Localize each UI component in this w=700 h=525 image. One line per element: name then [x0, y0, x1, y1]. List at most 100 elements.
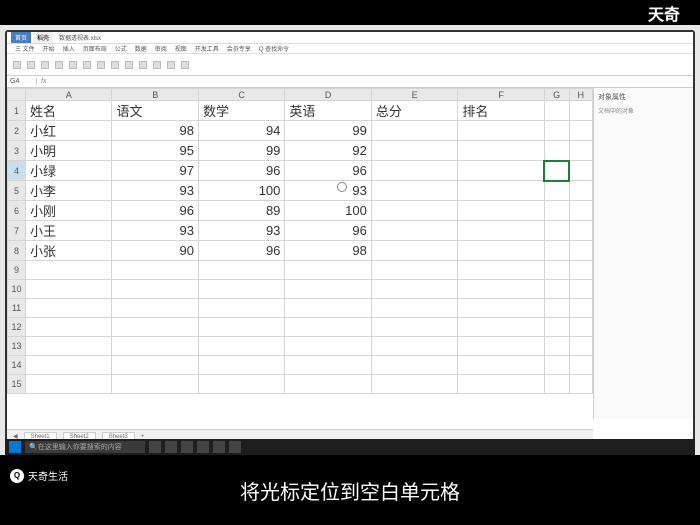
cell[interactable]: [285, 280, 371, 299]
cell[interactable]: [198, 337, 284, 356]
taskbar-app-icon[interactable]: [165, 441, 177, 453]
col-header-g[interactable]: G: [544, 89, 569, 101]
cell[interactable]: 96: [198, 241, 284, 261]
cell[interactable]: [198, 356, 284, 375]
cell[interactable]: 96: [285, 221, 371, 241]
cell[interactable]: 99: [198, 141, 284, 161]
cell[interactable]: [544, 181, 569, 201]
cell[interactable]: [371, 299, 457, 318]
wrap-icon[interactable]: [97, 61, 105, 69]
ribbon-tab-file[interactable]: 三 文件: [15, 44, 35, 53]
start-button-icon[interactable]: [9, 441, 21, 453]
col-header-e[interactable]: E: [371, 89, 457, 101]
cell[interactable]: [569, 318, 593, 337]
cell[interactable]: 94: [198, 121, 284, 141]
cell[interactable]: 姓名: [26, 101, 112, 121]
selected-cell[interactable]: [544, 161, 569, 181]
cell[interactable]: 小明: [26, 141, 112, 161]
cell[interactable]: 小李: [26, 181, 112, 201]
col-header-a[interactable]: A: [26, 89, 112, 101]
cell[interactable]: 数学: [198, 101, 284, 121]
cell[interactable]: [544, 201, 569, 221]
cell[interactable]: [371, 181, 457, 201]
cell[interactable]: [371, 318, 457, 337]
cell[interactable]: [458, 221, 544, 241]
cell[interactable]: [544, 221, 569, 241]
cell[interactable]: [569, 101, 593, 121]
cell[interactable]: 100: [285, 201, 371, 221]
cell[interactable]: [569, 181, 593, 201]
cell[interactable]: [569, 299, 593, 318]
cell[interactable]: 93: [198, 221, 284, 241]
cell[interactable]: 英语: [285, 101, 371, 121]
cell[interactable]: [569, 161, 593, 181]
merge-icon[interactable]: [83, 61, 91, 69]
cell[interactable]: [371, 221, 457, 241]
cell[interactable]: [371, 261, 457, 280]
cell[interactable]: 96: [198, 161, 284, 181]
cell[interactable]: 96: [285, 161, 371, 181]
row-header[interactable]: 6: [8, 201, 26, 221]
row-header[interactable]: 4: [8, 161, 26, 181]
filter-icon[interactable]: [167, 61, 175, 69]
cell[interactable]: [458, 356, 544, 375]
cell[interactable]: [112, 356, 198, 375]
cell[interactable]: [458, 261, 544, 280]
cell[interactable]: [544, 280, 569, 299]
sum-icon[interactable]: [139, 61, 147, 69]
cell[interactable]: [198, 299, 284, 318]
taskbar-app-icon[interactable]: [181, 441, 193, 453]
cell[interactable]: [371, 141, 457, 161]
cell[interactable]: [544, 121, 569, 141]
ribbon-tab-member[interactable]: 会员专享: [227, 44, 251, 53]
row-header[interactable]: 10: [8, 280, 26, 299]
cell[interactable]: [569, 337, 593, 356]
name-box[interactable]: G4: [7, 78, 37, 85]
cell[interactable]: 97: [112, 161, 198, 181]
cell[interactable]: 92: [285, 141, 371, 161]
row-header[interactable]: 12: [8, 318, 26, 337]
cell[interactable]: [458, 201, 544, 221]
cell[interactable]: 小绿: [26, 161, 112, 181]
cell[interactable]: [112, 375, 198, 394]
cell[interactable]: [569, 356, 593, 375]
taskbar-app-icon[interactable]: [149, 441, 161, 453]
ribbon-tab-insert[interactable]: 插入: [63, 44, 75, 53]
sort-icon[interactable]: [153, 61, 161, 69]
cell[interactable]: 100: [198, 181, 284, 201]
align-icon[interactable]: [69, 61, 77, 69]
ribbon-search[interactable]: Q 查找命令: [259, 44, 289, 53]
cell[interactable]: [544, 318, 569, 337]
row-header[interactable]: 5: [8, 181, 26, 201]
cell[interactable]: 99: [285, 121, 371, 141]
cell[interactable]: [569, 241, 593, 261]
cell[interactable]: [285, 356, 371, 375]
col-header-h[interactable]: H: [569, 89, 593, 101]
cell[interactable]: [544, 375, 569, 394]
cell[interactable]: 小刚: [26, 201, 112, 221]
cell[interactable]: [26, 280, 112, 299]
row-header[interactable]: 13: [8, 337, 26, 356]
cell[interactable]: [285, 299, 371, 318]
cell[interactable]: [544, 356, 569, 375]
wps-daoker-tab[interactable]: 稻壳: [33, 32, 53, 43]
taskbar-app-icon[interactable]: [197, 441, 209, 453]
cell[interactable]: [458, 337, 544, 356]
cell[interactable]: [371, 280, 457, 299]
cell[interactable]: [112, 337, 198, 356]
cell[interactable]: [458, 375, 544, 394]
col-header-c[interactable]: C: [198, 89, 284, 101]
cell[interactable]: [371, 121, 457, 141]
cell[interactable]: [26, 356, 112, 375]
cell[interactable]: [26, 318, 112, 337]
row-header[interactable]: 11: [8, 299, 26, 318]
cell[interactable]: [26, 261, 112, 280]
cell[interactable]: [458, 318, 544, 337]
cell[interactable]: [198, 318, 284, 337]
cell[interactable]: [26, 375, 112, 394]
row-header[interactable]: 8: [8, 241, 26, 261]
cut-icon[interactable]: [27, 61, 35, 69]
ribbon-tab-start[interactable]: 开始: [43, 44, 55, 53]
cell[interactable]: [371, 337, 457, 356]
wps-home-tab[interactable]: 首页: [11, 32, 31, 43]
